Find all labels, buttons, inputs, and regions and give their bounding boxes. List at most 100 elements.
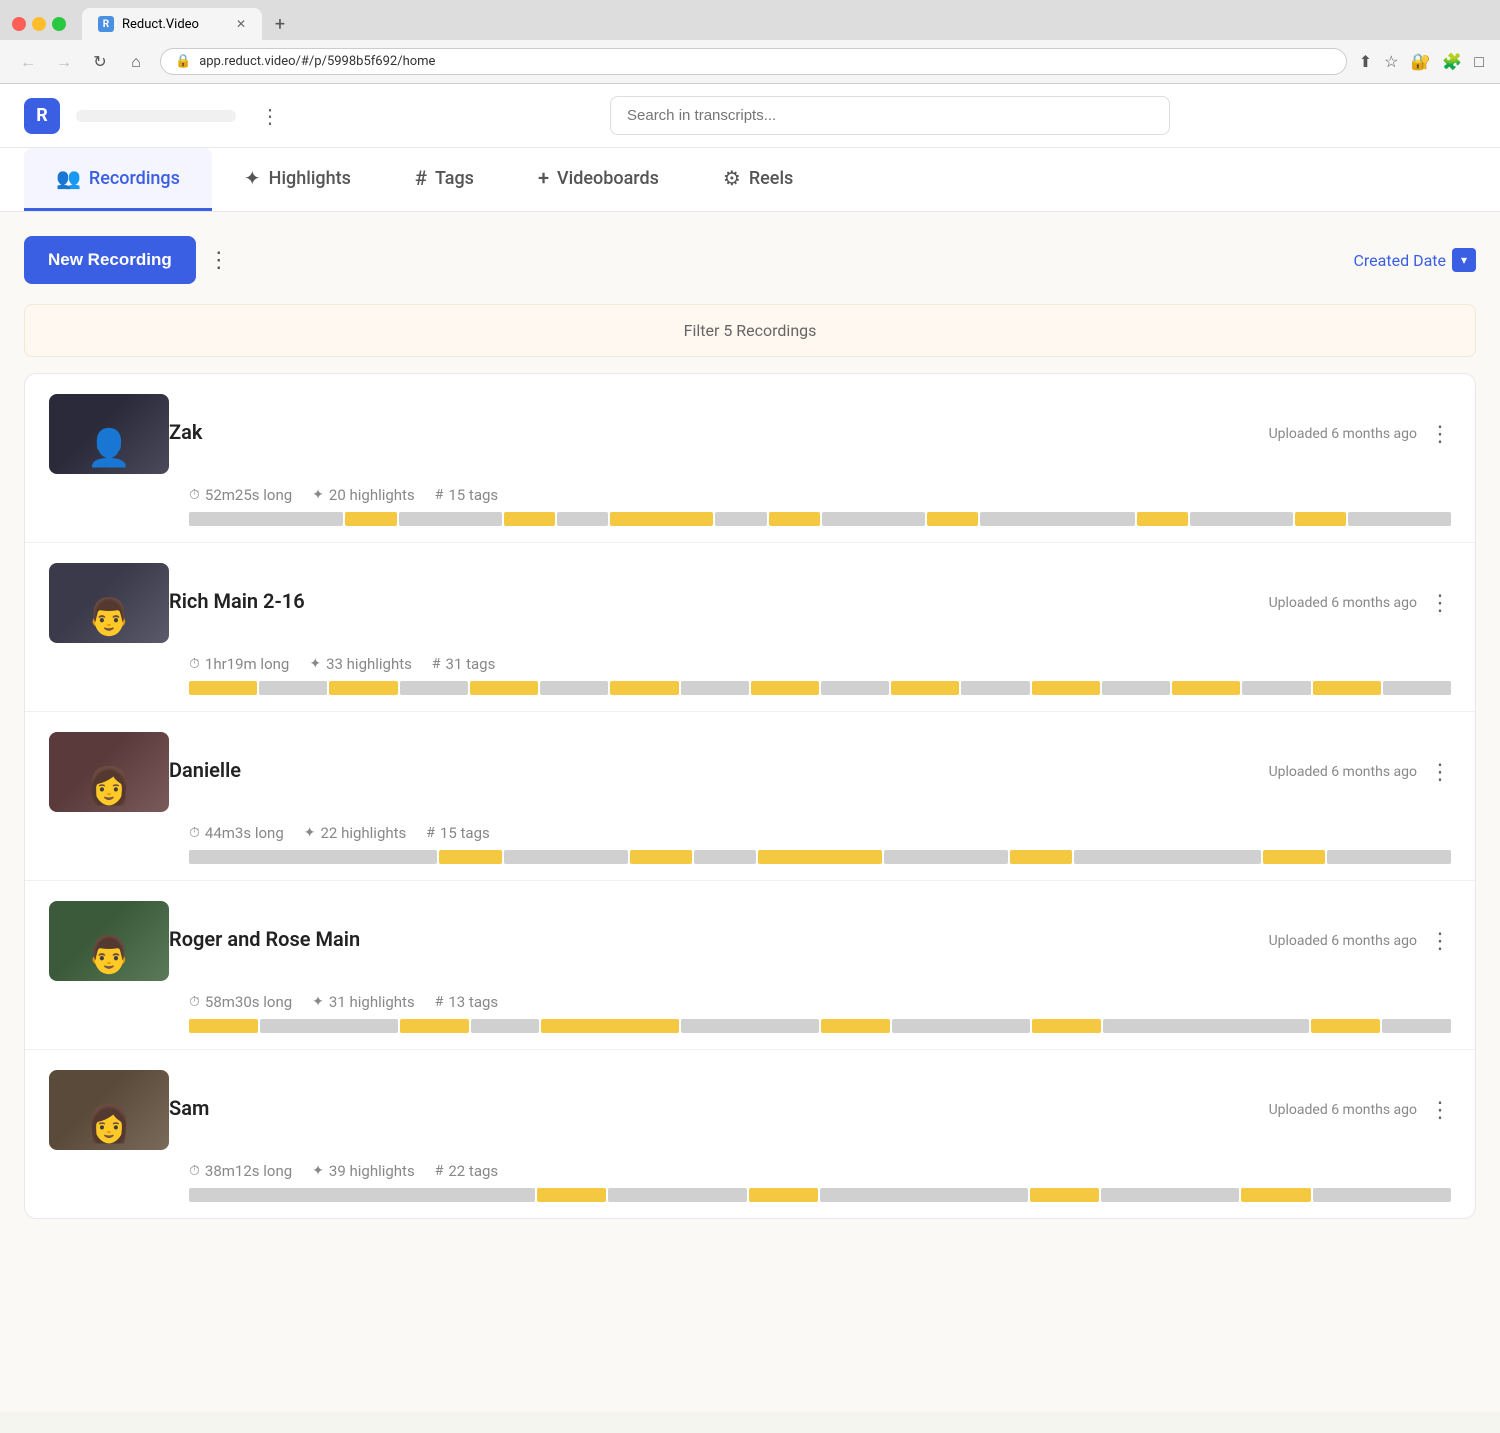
tags-label: 15 tags <box>448 486 498 504</box>
highlights-meta: ✦ 33 highlights <box>309 655 412 673</box>
recording-more-icon[interactable]: ⋮ <box>1429 1098 1451 1123</box>
timeline-segment <box>540 681 608 695</box>
traffic-lights <box>12 17 66 31</box>
filter-text: Filter 5 Recordings <box>684 321 817 340</box>
recording-more-icon[interactable]: ⋮ <box>1429 591 1451 616</box>
timeline-segment <box>1313 681 1381 695</box>
tags-meta: # 15 tags <box>426 824 489 842</box>
recording-meta-right: Uploaded 6 months ago ⋮ <box>1269 422 1451 447</box>
upload-status: Uploaded 6 months ago <box>1269 933 1417 949</box>
new-recording-button[interactable]: New Recording <box>24 236 196 284</box>
tags-meta: # 31 tags <box>432 655 495 673</box>
recording-thumbnail[interactable] <box>49 1070 169 1150</box>
tab-recordings[interactable]: 👥 Recordings <box>24 148 212 211</box>
recording-item-rich[interactable]: Rich Main 2-16 Uploaded 6 months ago ⋮ ⏱… <box>25 543 1475 712</box>
url-bar[interactable]: 🔒 app.reduct.video/#/p/5998b5f692/home <box>160 48 1347 75</box>
extensions-icon[interactable]: 🧩 <box>1442 52 1462 71</box>
toolbar-more-icon[interactable]: ⋮ <box>208 248 230 273</box>
recording-thumbnail[interactable] <box>49 394 169 474</box>
timeline-segment <box>329 681 397 695</box>
search-input[interactable] <box>610 96 1170 135</box>
timeline-segment <box>399 512 502 526</box>
timeline-segment <box>630 850 692 864</box>
recording-thumbnail[interactable] <box>49 563 169 643</box>
tab-reels[interactable]: ⚙ Reels <box>691 148 825 211</box>
tab-highlights[interactable]: ✦ Highlights <box>212 148 383 211</box>
timeline-segment <box>400 681 468 695</box>
search-bar <box>304 96 1476 135</box>
sort-control[interactable]: Created Date ▾ <box>1353 248 1476 272</box>
timeline-segment <box>260 1019 398 1033</box>
recording-item-roger[interactable]: Roger and Rose Main Uploaded 6 months ag… <box>25 881 1475 1050</box>
password-icon[interactable]: 🔐 <box>1410 52 1430 71</box>
profile-icon[interactable]: □ <box>1474 52 1484 72</box>
tab-tags[interactable]: # Tags <box>383 148 506 211</box>
recording-more-icon[interactable]: ⋮ <box>1429 422 1451 447</box>
recording-more-icon[interactable]: ⋮ <box>1429 760 1451 785</box>
recording-item-sam[interactable]: Sam Uploaded 6 months ago ⋮ ⏱ 38m12s lon… <box>25 1050 1475 1218</box>
tag-icon: # <box>426 825 435 841</box>
duration-label: 58m30s long <box>205 993 292 1011</box>
bookmark-icon[interactable]: ☆ <box>1384 52 1398 71</box>
timeline-segment <box>557 512 608 526</box>
recording-meta-right: Uploaded 6 months ago ⋮ <box>1269 929 1451 954</box>
tab-bar: R Reduct.Video ✕ + <box>0 0 1500 40</box>
timeline-segment <box>822 512 925 526</box>
recording-info: Danielle Uploaded 6 months ago ⋮ <box>169 758 1451 786</box>
timeline-segment <box>1327 850 1451 864</box>
timeline-segment <box>1295 512 1346 526</box>
timeline-segment <box>758 850 882 864</box>
duration-label: 38m12s long <box>205 1162 292 1180</box>
recording-meta: ⏱ 44m3s long ✦ 22 highlights # 15 tags <box>189 824 1451 842</box>
timeline-segment <box>1074 850 1260 864</box>
tags-label: 31 tags <box>446 655 496 673</box>
recording-item-zak[interactable]: Zak Uploaded 6 months ago ⋮ ⏱ 52m25s lon… <box>25 374 1475 543</box>
recording-item-danielle[interactable]: Danielle Uploaded 6 months ago ⋮ ⏱ 44m3s… <box>25 712 1475 881</box>
close-button[interactable] <box>12 17 26 31</box>
recording-meta: ⏱ 52m25s long ✦ 20 highlights # 15 tags <box>189 486 1451 504</box>
recording-thumbnail[interactable] <box>49 901 169 981</box>
active-tab[interactable]: R Reduct.Video ✕ <box>82 8 262 40</box>
clock-icon: ⏱ <box>189 994 200 1010</box>
timeline-segment <box>820 1188 1028 1202</box>
timeline-segment <box>694 850 756 864</box>
highlight-icon: ✦ <box>304 825 316 841</box>
header-more-icon[interactable]: ⋮ <box>252 100 288 132</box>
duration-meta: ⏱ 38m12s long <box>189 1162 292 1180</box>
recording-info: Zak Uploaded 6 months ago ⋮ <box>169 420 1451 448</box>
reels-icon: ⚙ <box>723 166 741 190</box>
highlights-icon: ✦ <box>244 166 261 190</box>
sort-direction-icon: ▾ <box>1452 248 1476 272</box>
duration-label: 52m25s long <box>205 486 292 504</box>
tab-close-icon[interactable]: ✕ <box>236 17 246 31</box>
recording-thumbnail[interactable] <box>49 732 169 812</box>
tab-videoboards[interactable]: + Videoboards <box>506 148 691 211</box>
tag-icon: # <box>435 1163 444 1179</box>
toolbar: New Recording ⋮ Created Date ▾ <box>24 236 1476 284</box>
highlight-icon: ✦ <box>312 994 324 1010</box>
timeline-segment <box>189 850 437 864</box>
recording-name: Zak <box>169 420 202 444</box>
recording-meta: ⏱ 1hr19m long ✦ 33 highlights # 31 tags <box>189 655 1451 673</box>
clock-icon: ⏱ <box>189 1163 200 1179</box>
refresh-button[interactable]: ↻ <box>88 52 112 71</box>
highlights-meta: ✦ 20 highlights <box>312 486 415 504</box>
maximize-button[interactable] <box>52 17 66 31</box>
tag-icon: # <box>435 487 444 503</box>
recording-meta-right: Uploaded 6 months ago ⋮ <box>1269 591 1451 616</box>
tab-recordings-label: Recordings <box>89 168 180 189</box>
timeline-segment <box>504 512 555 526</box>
forward-button[interactable]: → <box>52 52 76 72</box>
timeline-bar <box>189 1188 1451 1202</box>
recording-meta-right: Uploaded 6 months ago ⋮ <box>1269 760 1451 785</box>
timeline-segment <box>610 512 713 526</box>
share-icon[interactable]: ⬆ <box>1359 52 1372 71</box>
recording-more-icon[interactable]: ⋮ <box>1429 929 1451 954</box>
recording-name: Roger and Rose Main <box>169 927 360 951</box>
back-button[interactable]: ← <box>16 52 40 72</box>
new-tab-button[interactable]: + <box>266 10 294 38</box>
home-button[interactable]: ⌂ <box>124 52 148 72</box>
timeline-segment <box>1382 1019 1451 1033</box>
workspace-name[interactable] <box>76 110 236 122</box>
minimize-button[interactable] <box>32 17 46 31</box>
